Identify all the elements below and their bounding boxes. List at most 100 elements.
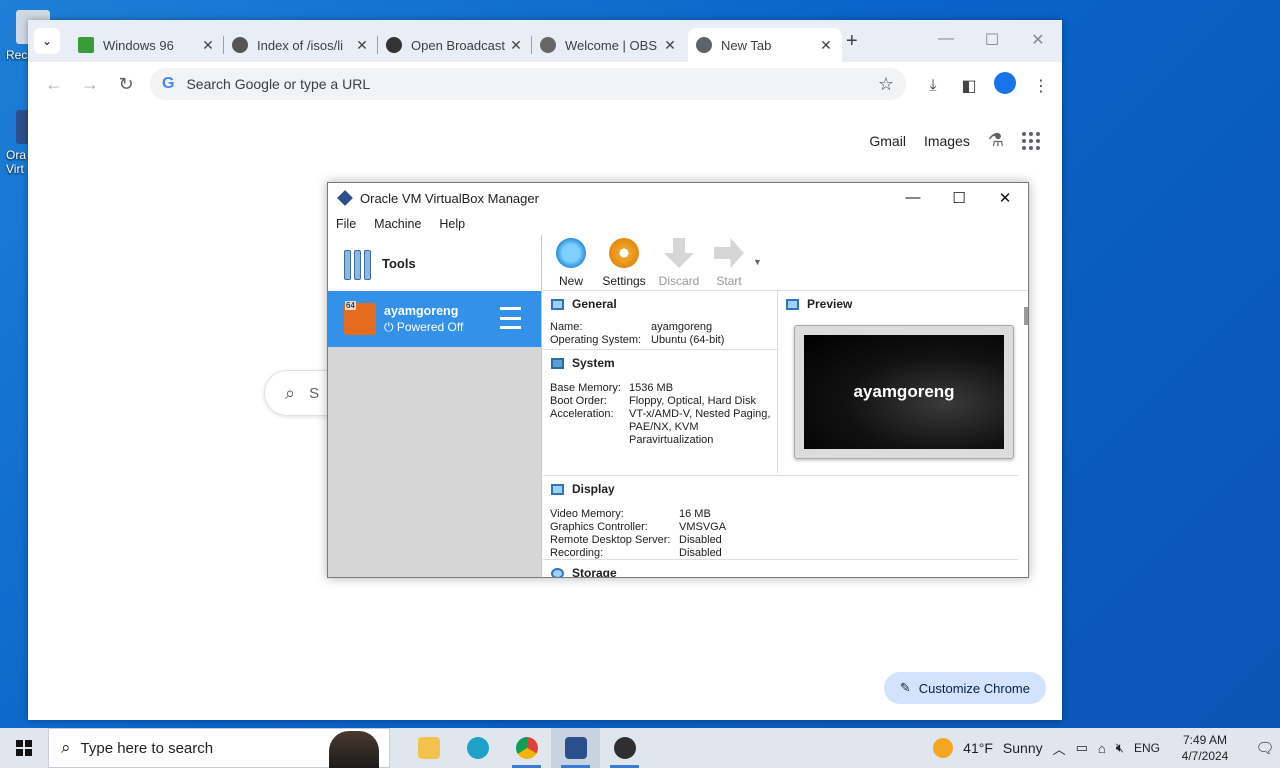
tab-close-icon[interactable]: ✕ (662, 37, 678, 54)
preview-section: Preview ayamgoreng (777, 291, 1018, 473)
taskbar-search-box[interactable]: ⌕ Type here to search (48, 728, 390, 768)
tab-title: Open Broadcast (411, 37, 505, 53)
display-header[interactable]: Display (543, 478, 1018, 500)
vm-item-ayamgoreng[interactable]: ayamgoreng ⏻ Powered Off (328, 291, 541, 347)
tab-windows96[interactable]: Windows 96 ✕ (70, 28, 224, 62)
clock[interactable]: 7:49 AM 4/7/2024 (1170, 732, 1240, 764)
system-section: System Base Memory: 1536 MB Boot Order: … (543, 349, 777, 447)
bookmark-star-icon[interactable]: ☆ (878, 74, 894, 95)
obs-icon (613, 737, 636, 759)
google-g-icon: G (162, 75, 175, 92)
taskbar-obs[interactable] (600, 728, 649, 768)
tab-search-button[interactable]: ⌄ (34, 28, 60, 54)
kv-key: Boot Order: (550, 395, 607, 407)
labs-flask-icon[interactable]: ⚗ (988, 130, 1004, 151)
desktop-icon-label: Ora Virt (6, 148, 27, 176)
weather-desc[interactable]: Sunny (1003, 740, 1043, 756)
tab-close-icon[interactable]: ✕ (818, 37, 834, 54)
kv-value: 16 MB (679, 508, 711, 520)
system-header[interactable]: System (543, 352, 777, 374)
general-header[interactable]: General (543, 293, 777, 315)
tab-close-icon[interactable]: ✕ (200, 37, 216, 54)
edge-icon (466, 737, 489, 759)
archive-favicon (232, 37, 248, 53)
weather-sun-icon[interactable] (933, 738, 954, 758)
tab-title: Windows 96 (103, 37, 174, 53)
tab-open-broadcast[interactable]: Open Broadcast ✕ (378, 28, 532, 62)
kv-key: Operating System: (550, 334, 642, 346)
windows96-favicon (78, 37, 94, 53)
tab-index-isos[interactable]: Index of /isos/li ✕ (224, 28, 378, 62)
settings-button[interactable]: Settings (595, 235, 653, 290)
general-title: General (572, 297, 617, 311)
language-indicator[interactable]: ENG (1134, 741, 1160, 755)
omnibox-placeholder: Search Google or type a URL (186, 76, 371, 92)
storage-title: Storage (572, 566, 617, 577)
taskbar-edge[interactable] (453, 728, 502, 768)
start-dropdown-icon[interactable]: ▼ (753, 257, 762, 290)
show-hidden-icons-chevron-icon[interactable]: ︿ (1053, 739, 1066, 758)
power-off-icon: ⏻ (384, 319, 397, 334)
chrome-menu-icon[interactable]: ⋮ (1030, 76, 1052, 96)
back-arrow-icon[interactable]: ← (36, 74, 72, 95)
kv-key: Name: (550, 321, 583, 333)
ntp-search-placeholder: S (309, 384, 320, 402)
display-rows: Video Memory: 16 MB Graphics Controller:… (543, 508, 1018, 560)
forward-arrow-icon[interactable]: → (72, 74, 108, 95)
taskbar-chrome[interactable] (502, 728, 551, 768)
volume-muted-icon[interactable]: 🔇︎ (1116, 740, 1124, 756)
notification-center-icon[interactable]: 🗨︎ (1250, 728, 1280, 768)
meet-now-icon[interactable]: ▭ (1076, 740, 1088, 756)
vbox-maximize-icon[interactable]: ☐ (936, 189, 982, 207)
kv-value: VT-x/AMD-V, Nested Paging, PAE/NX, KVM P… (629, 408, 771, 446)
customize-chrome-button[interactable]: ✎ Customize Chrome (883, 672, 1046, 704)
folder-icon (417, 737, 440, 759)
menu-machine[interactable]: Machine (374, 217, 421, 231)
settings-label: Settings (602, 274, 646, 288)
download-icon[interactable]: ⤓ (922, 77, 944, 95)
tab-close-icon[interactable]: ✕ (354, 37, 370, 54)
vbox-close-icon[interactable]: ✕ (982, 189, 1028, 207)
vbox-minimize-icon[interactable]: — (890, 189, 936, 206)
discard-button[interactable]: Discard (653, 235, 705, 290)
google-apps-icon[interactable] (1022, 131, 1040, 150)
chrome-toolbar: ← → ↻ G Search Google or type a URL ☆ ⤓ … (28, 62, 1062, 106)
pencil-icon: ✎ (899, 680, 911, 695)
tab-strip: ⌄ Windows 96 ✕ Index of /isos/li ✕ Open … (28, 20, 1062, 62)
tab-welcome-obs[interactable]: Welcome | OBS ✕ (532, 28, 686, 62)
details-scrollbar[interactable] (1024, 307, 1028, 325)
network-icon[interactable]: ⌂ (1098, 741, 1106, 756)
side-panel-icon[interactable]: ◧ (958, 76, 980, 96)
close-icon[interactable]: ✕ (1015, 30, 1061, 50)
vbox-menubar: File Machine Help (328, 213, 1028, 235)
chip-icon (551, 357, 564, 369)
maximize-icon[interactable]: ☐ (969, 30, 1015, 50)
start-button[interactable]: Start (705, 235, 753, 290)
menu-help[interactable]: Help (439, 217, 465, 231)
reload-icon[interactable]: ↻ (108, 74, 144, 95)
tab-title: Welcome | OBS (565, 37, 657, 53)
profile-avatar[interactable] (994, 72, 1016, 99)
images-link[interactable]: Images (924, 133, 970, 149)
tab-new-tab[interactable]: New Tab ✕ (688, 28, 842, 62)
general-section: General Name: ayamgoreng Operating Syste… (543, 293, 777, 347)
menu-file[interactable]: File (336, 217, 356, 231)
vm-state-label: Powered Off (396, 319, 464, 334)
minimize-icon[interactable]: — (923, 30, 969, 48)
storage-header[interactable]: Storage (543, 562, 1018, 577)
tools-item[interactable]: Tools (328, 235, 541, 291)
taskbar-virtualbox[interactable] (551, 728, 600, 768)
new-button[interactable]: New (547, 235, 595, 290)
omnibox[interactable]: G Search Google or type a URL ☆ (150, 68, 906, 100)
virtualbox-logo-icon (337, 190, 353, 206)
tab-close-icon[interactable]: ✕ (508, 37, 524, 54)
vm-details-menu-icon[interactable] (497, 307, 521, 329)
start-button[interactable] (0, 728, 48, 768)
obs-favicon (386, 37, 402, 53)
taskbar-file-explorer[interactable] (404, 728, 453, 768)
weather-temp[interactable]: 41°F (963, 740, 993, 756)
preview-header[interactable]: Preview (778, 293, 1018, 315)
new-tab-plus-icon[interactable]: + (846, 30, 858, 53)
gmail-link[interactable]: Gmail (869, 133, 906, 149)
tab-title: New Tab (721, 37, 772, 53)
